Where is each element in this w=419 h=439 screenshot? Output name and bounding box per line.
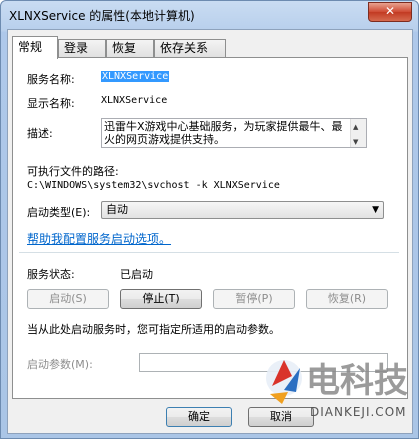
watermark-brand: 电科技 [306, 361, 408, 401]
watermark-logo-icon: 电科技 DIANKEJI.COM [266, 360, 408, 419]
display-name-value[interactable]: XLNXService [101, 95, 167, 106]
tab-logon[interactable]: 登录 [58, 39, 106, 57]
tab-general[interactable]: 常规 [12, 36, 58, 59]
exe-path-label: 可执行文件的路径: [27, 165, 119, 178]
tab-recovery[interactable]: 恢复 [106, 39, 154, 57]
description-text: 迅雷牛X游戏中心基础服务，为玩家提供最牛、最火的网页游戏提供支持。 [104, 120, 343, 146]
scroll-down-icon[interactable]: ▼ [353, 136, 358, 149]
exe-path-value[interactable]: C:\WINDOWS\system32\svchost -k XLNXServi… [27, 180, 280, 191]
properties-window: XLNXService 的属性(本地计算机) ✕ 常规 登录 恢复 依存关系 服… [0, 0, 419, 439]
startup-type-label: 启动类型(E): [27, 206, 91, 219]
stop-button[interactable]: 停止(T) [120, 289, 202, 309]
description-scrollbar[interactable]: ▲ ▼ [350, 119, 366, 147]
service-status-label: 服务状态: [27, 268, 75, 281]
scroll-up-icon[interactable]: ▲ [353, 121, 358, 134]
description-label: 描述: [27, 127, 53, 140]
tab-dependencies[interactable]: 依存关系 [154, 39, 226, 57]
resume-button[interactable]: 恢复(R) [306, 289, 388, 309]
startup-type-select[interactable]: 自动 ▼ [101, 201, 384, 219]
start-button[interactable]: 启动(S) [27, 289, 109, 309]
start-params-hint: 当从此处启动服务时，您可指定所适用的启动参数。 [27, 323, 280, 336]
title-bar[interactable]: XLNXService 的属性(本地计算机) ✕ [1, 1, 418, 29]
startup-type-value: 自动 [106, 203, 128, 216]
window-title: XLNXService 的属性(本地计算机) [9, 9, 195, 23]
description-box[interactable]: 迅雷牛X游戏中心基础服务，为玩家提供最牛、最火的网页游戏提供支持。 ▲ ▼ [101, 118, 367, 148]
display-name-label: 显示名称: [27, 97, 75, 110]
section-divider [19, 252, 399, 253]
close-button[interactable]: ✕ [368, 2, 412, 22]
start-params-label: 启动参数(M): [27, 358, 93, 371]
service-status-value: 已启动 [120, 268, 153, 281]
ok-button[interactable]: 确定 [166, 407, 232, 427]
service-name-label: 服务名称: [27, 73, 75, 86]
site-watermark: 电科技 DIANKEJI.COM [262, 346, 408, 430]
watermark-domain: DIANKEJI.COM [310, 405, 407, 419]
help-configure-link[interactable]: 帮助我配置服务启动选项。 [27, 230, 171, 247]
pause-button[interactable]: 暂停(P) [213, 289, 295, 309]
service-name-value[interactable]: XLNXService [101, 71, 170, 82]
chevron-down-icon: ▼ [372, 205, 379, 215]
